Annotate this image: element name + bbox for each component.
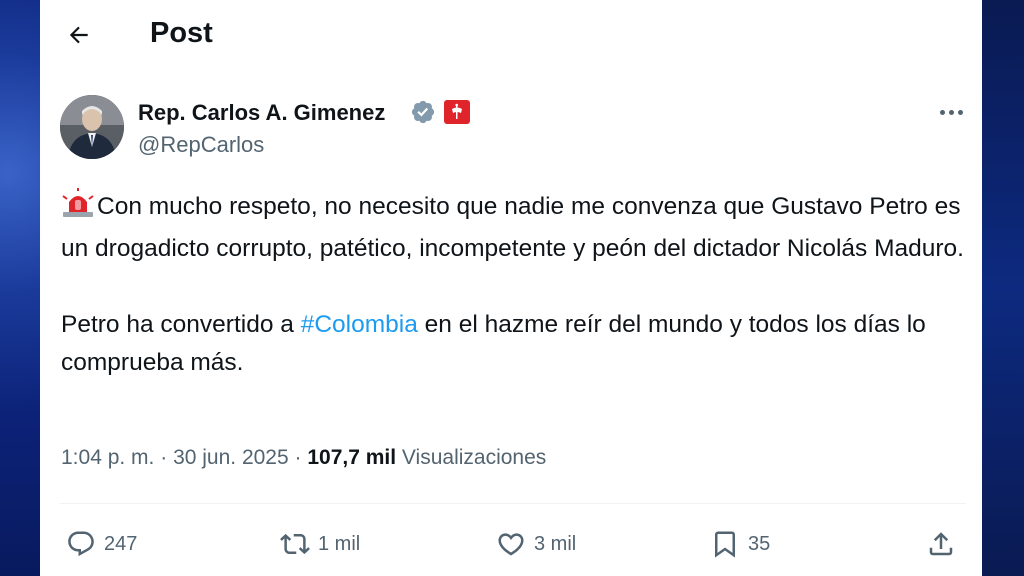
author-name[interactable]: Rep. Carlos A. Gimenez xyxy=(138,100,385,126)
bookmark-icon xyxy=(715,531,735,558)
repost-button[interactable]: 1 mil xyxy=(280,522,360,566)
bookmark-button[interactable]: 35 xyxy=(710,522,770,566)
red-flag-badge-icon xyxy=(444,100,470,124)
share-icon xyxy=(929,532,953,556)
page-title: Post xyxy=(150,17,213,49)
avatar-image xyxy=(60,95,124,159)
post-metadata: 1:04 p. m. · 30 jun. 2025 · 107,7 mil Vi… xyxy=(61,446,546,470)
more-dot xyxy=(957,109,963,115)
verified-badge-icon[interactable] xyxy=(410,99,436,125)
heart-icon xyxy=(498,533,524,556)
arrow-left-icon xyxy=(69,26,88,44)
repost-count: 1 mil xyxy=(318,532,361,555)
more-options-icon xyxy=(939,109,945,115)
reply-icon xyxy=(68,531,94,557)
tweet-paragraph-1: Con mucho respeto, no necesito que nadie… xyxy=(61,188,971,268)
bookmark-count: 35 xyxy=(748,532,771,555)
tweet-text: Con mucho respeto, no necesito que nadie… xyxy=(61,188,971,382)
like-count: 3 mil xyxy=(534,532,577,555)
post-header: Post xyxy=(40,0,982,70)
meta-separator: · xyxy=(288,446,308,469)
share-button[interactable] xyxy=(926,522,956,566)
author-handle[interactable]: @RepCarlos xyxy=(138,132,264,158)
views-label: Visualizaciones xyxy=(396,446,547,469)
more-dot xyxy=(948,109,954,115)
post-time[interactable]: 1:04 p. m. xyxy=(61,446,154,469)
background-left-decoration xyxy=(0,0,40,576)
post-date[interactable]: 30 jun. 2025 xyxy=(173,446,289,469)
tweet-paragraph-2-before: Petro ha convertido a xyxy=(61,311,301,338)
avatar[interactable] xyxy=(60,95,124,159)
back-button[interactable] xyxy=(62,18,96,52)
hashtag-link[interactable]: #Colombia xyxy=(301,311,418,338)
reply-count: 247 xyxy=(104,532,138,555)
tweet-paragraph-1-text: Con mucho respeto, no necesito que nadie… xyxy=(61,193,964,262)
repost-icon xyxy=(280,533,310,555)
siren-emoji-icon xyxy=(61,188,95,230)
divider xyxy=(60,503,966,504)
post-card: Post Rep. Carlos A. Gimenez @RepCarlos C… xyxy=(40,0,982,576)
tweet-paragraph-2: Petro ha convertido a #Colombia en el ha… xyxy=(61,306,971,382)
meta-separator: · xyxy=(154,446,174,469)
background-right-decoration xyxy=(982,0,1024,576)
views-count: 107,7 mil xyxy=(307,446,397,469)
more-options-button[interactable] xyxy=(936,100,966,124)
action-bar: 247 1 mil 3 mil 35 xyxy=(40,522,982,566)
like-button[interactable]: 3 mil xyxy=(496,522,576,566)
reply-button[interactable]: 247 xyxy=(66,522,137,566)
